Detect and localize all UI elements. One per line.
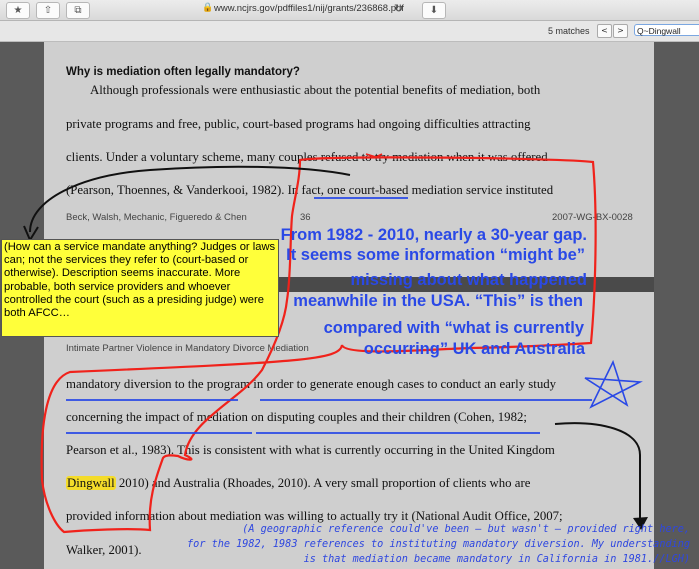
browser-toolbar: ★ ⇧ ⧉ 🔒 www.ncjrs.gov/pdffiles1/nij/gran… — [0, 0, 699, 21]
blue-annotation-line: It seems some information “might be” — [286, 246, 585, 264]
body-line: (Pearson, Thoennes, & Vanderkooi, 1982).… — [66, 183, 554, 197]
find-bar: 5 matches < > Q~Dingwall — [0, 21, 699, 42]
footer-grant-number: 2007-WG-BX-0028 — [552, 212, 633, 223]
yellow-annotation-note: (How can a service mandate anything? Jud… — [1, 239, 279, 337]
bottom-annotation-line: is that mediation became mandatory in Ca… — [303, 554, 690, 565]
body-line: private programs and free, public, court… — [66, 117, 531, 131]
lock-icon: 🔒 — [202, 3, 214, 13]
share-button[interactable]: ⇧ — [36, 2, 60, 19]
black-arrow-head — [23, 225, 39, 243]
blue-annotation-line: compared with “what is currently — [323, 319, 584, 337]
body-line: concerning the impact of mediation on di… — [66, 410, 527, 424]
url-bar[interactable]: www.ncjrs.gov/pdffiles1/nij/grants/23686… — [214, 3, 404, 14]
blue-annotation-line: From 1982 - 2010, nearly a 30-year gap. — [280, 226, 587, 244]
footer-page-number: 36 — [300, 212, 311, 223]
tabs-overview-button[interactable]: ⧉ — [66, 2, 90, 19]
download-button[interactable]: ⬇ — [422, 2, 446, 19]
find-previous-button[interactable]: < — [597, 24, 612, 38]
search-highlight: Dingwall — [66, 476, 116, 490]
blue-annotation-line: meanwhile in the USA. “This” is then — [293, 292, 583, 310]
body-line: Pearson et al., 1983). This is consisten… — [66, 443, 555, 457]
footer-authors: Beck, Walsh, Mechanic, Figueredo & Chen — [66, 212, 247, 223]
body-line: Dingwall 2010) and Australia (Rhoades, 2… — [66, 476, 531, 490]
running-head: Intimate Partner Violence in Mandatory D… — [66, 343, 309, 354]
find-input[interactable]: Q~Dingwall — [634, 24, 699, 36]
blue-annotation-line: missing about what happened — [350, 271, 587, 289]
body-line: clients. Under a voluntary scheme, many … — [66, 150, 548, 164]
section-heading: Why is mediation often legally mandatory… — [66, 66, 300, 78]
body-line: mandatory diversion to the program in or… — [66, 377, 557, 391]
blue-annotation-line: occurring” UK and Australia — [363, 340, 585, 358]
body-line: Although professionals were enthusiastic… — [90, 83, 541, 97]
bottom-annotation-line: (A geographic reference could've been — … — [242, 524, 690, 535]
find-next-button[interactable]: > — [613, 24, 628, 38]
bottom-annotation-line: for the 1982, 1983 references to institu… — [187, 539, 690, 550]
match-count: 5 matches — [548, 26, 590, 36]
refresh-icon[interactable]: ↻ — [394, 2, 403, 15]
body-line: provided information about mediation was… — [66, 509, 563, 523]
bookmark-star-button[interactable]: ★ — [6, 2, 30, 19]
body-line: Walker, 2001). — [66, 543, 142, 557]
